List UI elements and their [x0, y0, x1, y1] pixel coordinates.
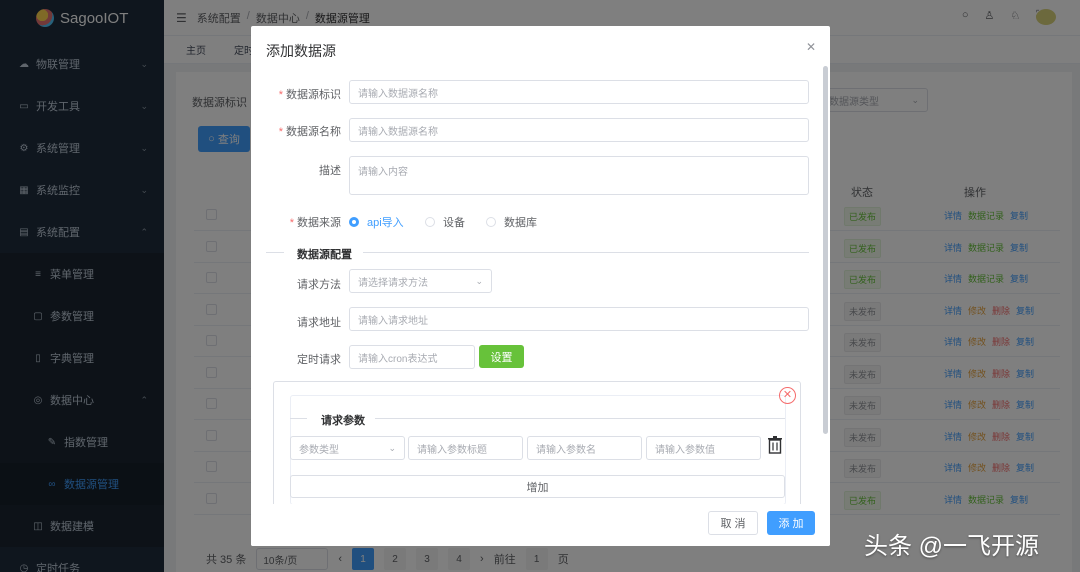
url-input[interactable]: 请输入请求地址 — [349, 307, 809, 331]
url-label: 请求地址 — [297, 317, 341, 329]
divider — [266, 252, 284, 253]
param-title-placeholder: 请输入参数标题 — [417, 444, 487, 456]
divider — [375, 418, 785, 419]
radio-icon — [425, 217, 435, 227]
param-name-input[interactable]: 请输入参数名 — [527, 436, 642, 460]
radio-api[interactable]: api导入 — [349, 214, 404, 230]
dialog-title: 添加数据源 — [266, 43, 336, 59]
radio-icon — [486, 217, 496, 227]
config-section-title: 数据源配置 — [297, 249, 352, 261]
add-param-button[interactable]: 增加 — [290, 475, 785, 498]
method-select[interactable]: 请选择请求方法 ⌄ — [349, 269, 492, 293]
add-datasource-dialog: 添加数据源 ✕ * 数据源标识 请输入数据源名称 * 数据源名称 请输入数据源名称 … — [251, 26, 830, 546]
name-label: * 数据源名称 — [278, 126, 341, 138]
param-name-placeholder: 请输入参数名 — [536, 444, 596, 456]
method-label: 请求方法 — [297, 279, 341, 291]
name-input-placeholder: 请输入数据源名称 — [358, 126, 438, 138]
method-placeholder: 请选择请求方法 — [358, 277, 428, 289]
key-input-placeholder: 请输入数据源名称 — [358, 88, 438, 100]
radio-checked-icon — [349, 217, 359, 227]
chevron-down-icon: ⌄ — [388, 442, 396, 453]
cron-label: 定时请求 — [297, 354, 341, 366]
param-title-input[interactable]: 请输入参数标题 — [408, 436, 523, 460]
key-label: * 数据源标识 — [278, 89, 341, 101]
name-input[interactable]: 请输入数据源名称 — [349, 118, 809, 142]
radio-database[interactable]: 数据库 — [486, 214, 537, 230]
cron-placeholder: 请输入cron表达式 — [358, 353, 438, 365]
set-cron-button[interactable]: 设置 — [479, 345, 524, 368]
desc-placeholder: 请输入内容 — [358, 167, 408, 178]
trash-icon[interactable] — [767, 436, 783, 454]
chevron-down-icon: ⌄ — [475, 275, 483, 286]
watermark-text: 头条 @一飞开源 — [864, 533, 1040, 560]
desc-textarea[interactable]: 请输入内容 — [349, 156, 809, 195]
remove-group-icon[interactable]: ✕ — [779, 387, 796, 404]
dialog-footer: 取 消 添 加 — [251, 504, 830, 546]
param-value-placeholder: 请输入参数值 — [655, 444, 715, 456]
param-type-select[interactable]: 参数类型 ⌄ — [290, 436, 405, 460]
key-input[interactable]: 请输入数据源名称 — [349, 80, 809, 104]
submit-button[interactable]: 添 加 — [767, 511, 815, 535]
cancel-button[interactable]: 取 消 — [708, 511, 758, 535]
divider — [363, 252, 809, 253]
params-section-title: 请求参数 — [321, 415, 365, 427]
url-placeholder: 请输入请求地址 — [358, 315, 428, 327]
close-icon[interactable]: ✕ — [806, 40, 816, 54]
scrollbar[interactable] — [823, 66, 828, 434]
divider — [290, 418, 307, 419]
radio-device[interactable]: 设备 — [425, 214, 465, 230]
param-type-placeholder: 参数类型 — [299, 444, 339, 456]
cron-input[interactable]: 请输入cron表达式 — [349, 345, 475, 369]
desc-label: 描述 — [319, 165, 341, 177]
source-label: * 数据来源 — [289, 217, 341, 229]
param-value-input[interactable]: 请输入参数值 — [646, 436, 761, 460]
